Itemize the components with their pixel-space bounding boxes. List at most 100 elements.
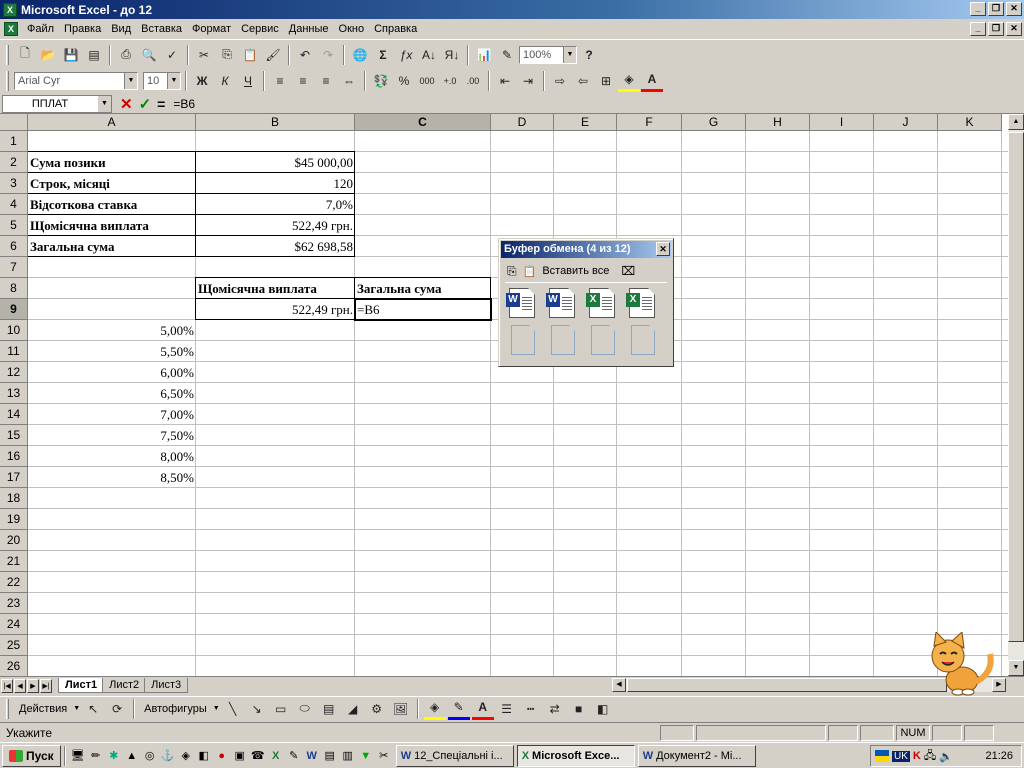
word-launch-icon[interactable]: W [303, 747, 321, 765]
next-sheet-icon[interactable]: ▶ [27, 678, 39, 693]
decrease-decimal-icon[interactable]: .00 [462, 70, 484, 92]
cell-a12[interactable]: 6,00% [28, 362, 196, 383]
spelling-icon[interactable]: ✓ [161, 44, 183, 66]
paste-all-button[interactable]: Вставить все [542, 265, 609, 277]
save-icon[interactable]: 💾 [60, 44, 82, 66]
quicklaunch-icon[interactable]: ⚓ [159, 747, 177, 765]
quicklaunch-icon[interactable]: ✂ [375, 747, 393, 765]
cell-a15[interactable]: 7,50% [28, 425, 196, 446]
row-header-6[interactable]: 6 [0, 236, 28, 257]
line-icon[interactable]: ╲ [222, 698, 244, 720]
antivirus-icon[interactable]: K [913, 750, 921, 762]
volume-icon[interactable]: 🔈 [939, 750, 953, 763]
diagram-icon[interactable]: ⚙ [366, 698, 388, 720]
increase-decimal-icon[interactable]: +.0 [439, 70, 461, 92]
quicklaunch-icon[interactable]: ● [213, 747, 231, 765]
row-header-7[interactable]: 7 [0, 257, 28, 278]
quicklaunch-icon[interactable]: ▼ [357, 747, 375, 765]
quicklaunch-icon[interactable]: ✏ [87, 747, 105, 765]
hyperlink-icon[interactable]: 🌐 [349, 44, 371, 66]
cell-a2[interactable]: Сума позики [28, 152, 196, 173]
menu-format[interactable]: Формат [187, 23, 236, 35]
tab-sheet2[interactable]: Лист2 [102, 678, 147, 693]
cell-b3[interactable]: 120 [196, 173, 355, 194]
cell-b2[interactable]: $45 000,00 [196, 152, 355, 173]
help-icon[interactable]: ? [578, 44, 600, 66]
column-header-j[interactable]: J [874, 114, 938, 131]
cell-b4[interactable]: 7,0% [196, 194, 355, 215]
chart-wizard-icon[interactable]: 📊 [473, 44, 495, 66]
enter-icon[interactable]: ✓ [139, 95, 152, 113]
excel-app-icon[interactable]: X [3, 2, 17, 17]
formula-input[interactable]: =B6 [173, 97, 195, 111]
row-header-9[interactable]: 9 [0, 299, 28, 320]
clipboard-item-excel[interactable]: X [626, 287, 659, 319]
undo-icon[interactable]: ↶ [294, 44, 316, 66]
font-size-select[interactable]: 10 ▼ [143, 71, 181, 90]
scroll-thumb[interactable] [1008, 132, 1024, 642]
workbook-icon[interactable]: X [4, 22, 18, 36]
thousands-button[interactable]: 000 [416, 70, 438, 92]
task-excel[interactable]: X Microsoft Exce... [516, 744, 635, 767]
scroll-up-icon[interactable]: ▲ [1008, 114, 1024, 130]
drawing-icon[interactable]: ✎ [496, 44, 518, 66]
cell-b5[interactable]: 522,49 грн. [196, 215, 355, 236]
quicklaunch-icon[interactable]: ✱ [105, 747, 123, 765]
line-color-icon[interactable]: ✎ [447, 698, 470, 720]
clear-clipboard-icon[interactable]: ⌧ [621, 264, 635, 278]
select-objects-icon[interactable]: ↖ [82, 698, 104, 720]
decrease-indent-icon[interactable]: ⇤ [494, 70, 516, 92]
autoshapes-menu[interactable]: Автофигуры [140, 703, 211, 715]
align-center-icon[interactable]: ≡ [292, 70, 314, 92]
excel-launch-icon[interactable]: X [267, 747, 285, 765]
underline-button[interactable]: Ч [237, 70, 259, 92]
quicklaunch-icon[interactable]: ▥ [339, 747, 357, 765]
3d-icon[interactable]: ◧ [592, 698, 614, 720]
copy-icon[interactable]: ⎘ [216, 44, 238, 66]
equals-button[interactable]: = [157, 96, 165, 112]
menu-view[interactable]: Вид [106, 23, 136, 35]
column-header-h[interactable]: H [746, 114, 810, 131]
wordart-icon[interactable]: ◢ [342, 698, 364, 720]
clipart-icon[interactable]: 🖼 [390, 698, 412, 720]
borders-icon[interactable]: ⊞ [595, 70, 617, 92]
quicklaunch-icon[interactable]: ▤ [321, 747, 339, 765]
function-icon[interactable]: ƒx [395, 44, 417, 66]
row-header-10[interactable]: 10 [0, 320, 28, 341]
prev-sheet-icon[interactable]: ◀ [14, 678, 26, 693]
row-header-4[interactable]: 4 [0, 194, 28, 215]
cell-a3[interactable]: Строк, місяці [28, 173, 196, 194]
menu-file[interactable]: Файл [22, 23, 59, 35]
quicklaunch-icon[interactable]: ◈ [177, 747, 195, 765]
task-word-doc2[interactable]: W Документ2 - Mi... [637, 744, 756, 767]
arrow-style-icon[interactable]: ⇄ [544, 698, 566, 720]
quicklaunch-icon[interactable]: ▲ [123, 747, 141, 765]
doc-close-button[interactable]: ✕ [1006, 22, 1022, 36]
scroll-left-icon[interactable]: ◀ [612, 678, 626, 692]
column-header-i[interactable]: I [810, 114, 874, 131]
cancel-icon[interactable]: ✕ [120, 95, 133, 113]
flag-icon[interactable] [875, 750, 889, 762]
open-icon[interactable]: 📂 [37, 44, 59, 66]
quicklaunch-icon[interactable]: ☎ [249, 747, 267, 765]
row-header-16[interactable]: 16 [0, 446, 28, 467]
start-button[interactable]: Пуск [2, 744, 61, 767]
show-desktop-icon[interactable]: 🖥 [69, 747, 87, 765]
increase-indent-icon[interactable]: ⇥ [517, 70, 539, 92]
column-header-k[interactable]: K [938, 114, 1002, 131]
row-header-25[interactable]: 25 [0, 635, 28, 656]
font-color-icon[interactable]: A [471, 698, 494, 720]
row-header-24[interactable]: 24 [0, 614, 28, 635]
tab-sheet1[interactable]: Лист1 [58, 678, 105, 693]
column-header-e[interactable]: E [554, 114, 617, 131]
clipboard-item-excel[interactable]: X [586, 287, 619, 319]
cell-b9[interactable]: 522,49 грн. [196, 299, 355, 320]
row-header-19[interactable]: 19 [0, 509, 28, 530]
hscroll-thumb[interactable] [627, 678, 947, 692]
paste-icon[interactable]: 📋 [239, 44, 261, 66]
row-header-12[interactable]: 12 [0, 362, 28, 383]
column-header-d[interactable]: D [491, 114, 554, 131]
copy-icon[interactable]: ⎘ [507, 264, 517, 279]
autosum-icon[interactable]: Σ [372, 44, 394, 66]
fill-color-icon[interactable]: ◈ [618, 70, 640, 92]
